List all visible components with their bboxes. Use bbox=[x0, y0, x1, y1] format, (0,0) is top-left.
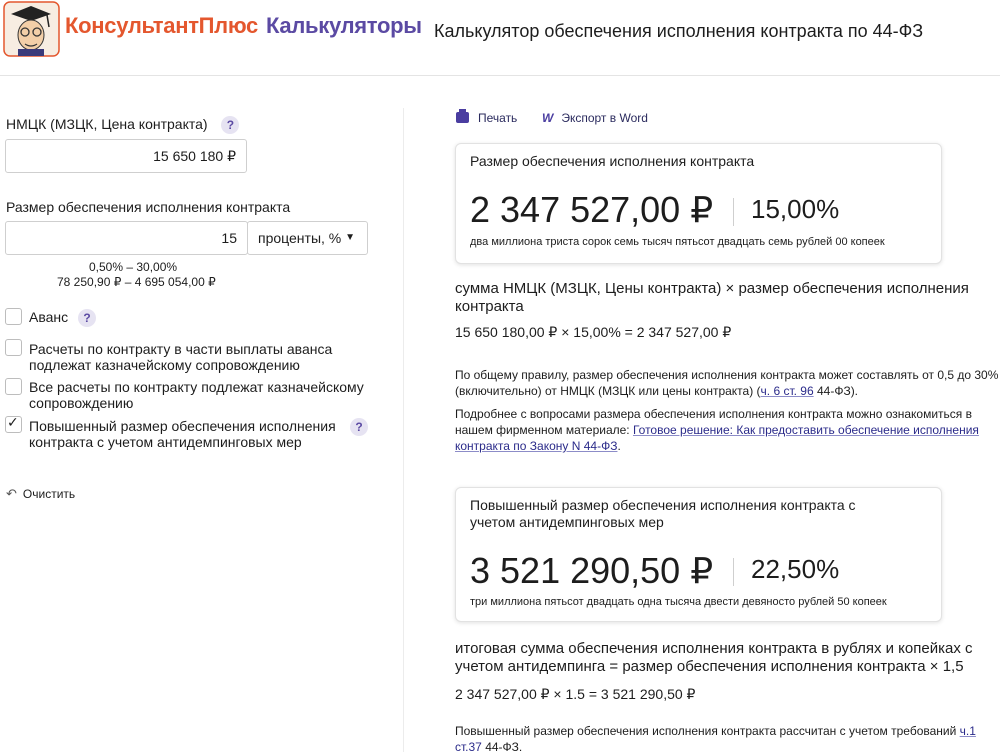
print-label: Печать bbox=[478, 111, 518, 125]
nmck-label-text: НМЦК (МЗЦК, Цена контракта) bbox=[6, 116, 208, 132]
result-amount-words: два миллиона триста сорок семь тысяч пят… bbox=[470, 236, 885, 248]
size-value-input[interactable]: 15 bbox=[5, 221, 248, 255]
advance-checkbox[interactable] bbox=[5, 308, 22, 325]
page-title: Калькулятор обеспечения исполнения контр… bbox=[434, 21, 924, 41]
note-antidumping-tail: 44-ФЗ. bbox=[481, 740, 523, 752]
note-more-info: Подробнее с вопросами размера обеспечени… bbox=[455, 406, 990, 454]
range-percent-hint: 0,50% – 30,00% bbox=[89, 260, 178, 274]
mascot-logo-icon[interactable] bbox=[3, 1, 60, 57]
printer-icon bbox=[456, 109, 469, 123]
result-percent: 15,00% bbox=[751, 194, 840, 224]
law-link-part6-art96[interactable]: ч. 6 ст. 96 bbox=[761, 384, 814, 398]
header: КонсультантПлюс Калькуляторы Калькулятор … bbox=[0, 0, 1000, 76]
result-card-title: Размер обеспечения исполнения контракта bbox=[470, 153, 755, 169]
antidumping-help-icon[interactable]: ? bbox=[350, 418, 368, 436]
antidumping-card-title: Повышенный размер обеспечения исполнения… bbox=[470, 497, 856, 530]
export-word-button[interactable]: W Экспорт в Word bbox=[542, 111, 648, 125]
brand-logo[interactable]: КонсультантПлюс Калькуляторы bbox=[65, 13, 422, 39]
result-card-antidumping: Повышенный размер обеспечения исполнения… bbox=[455, 487, 942, 622]
antidumping-checkbox[interactable]: ✓ bbox=[5, 414, 22, 433]
checkmark-icon: ✓ bbox=[7, 414, 19, 430]
product-name: Калькуляторы bbox=[266, 13, 422, 38]
chevron-down-icon: ▼ bbox=[345, 232, 355, 243]
advance-help-icon[interactable]: ? bbox=[78, 309, 97, 328]
advance-label: Аванс ? bbox=[29, 309, 97, 328]
all-treasury-label: Все расчеты по контракту подлежат казнач… bbox=[29, 379, 364, 411]
column-divider bbox=[403, 108, 404, 752]
brand-name: КонсультантПлюс bbox=[65, 13, 258, 38]
calculation-antidumping: 2 347 527,00 ₽ × 1.5 = 3 521 290,50 ₽ bbox=[455, 686, 696, 702]
result-card-main: Размер обеспечения исполнения контракта … bbox=[455, 143, 942, 264]
note-general-rule-tail: 44-ФЗ). bbox=[813, 384, 859, 398]
export-label: Экспорт в Word bbox=[561, 111, 648, 125]
word-icon: W bbox=[542, 111, 554, 125]
antidumping-amount-words: три миллиона пятьсот двадцать одна тысяч… bbox=[470, 596, 887, 608]
range-rub-hint: 78 250,90 ₽ – 4 695 054,00 ₽ bbox=[57, 275, 216, 289]
note-antidumping: Повышенный размер обеспечения исполнения… bbox=[455, 723, 990, 752]
nmck-help-icon[interactable]: ? bbox=[221, 116, 240, 135]
clear-button-label: Очистить bbox=[22, 487, 76, 501]
formula-antidumping: итоговая сумма обеспечения исполнения ко… bbox=[455, 640, 973, 675]
note-general-rule: По общему правилу, размер обеспечения ис… bbox=[455, 367, 1000, 399]
undo-icon: ↶ bbox=[6, 486, 17, 501]
antidumping-label: Повышенный размер обеспечения исполнения… bbox=[29, 418, 336, 450]
size-label: Размер обеспечения исполнения контракта bbox=[6, 199, 291, 215]
result-amount: 2 347 527,00 ₽ bbox=[470, 189, 714, 230]
note-antidumping-text: Повышенный размер обеспечения исполнения… bbox=[455, 724, 960, 738]
advance-treasury-checkbox[interactable] bbox=[5, 339, 22, 356]
print-button[interactable]: Печать bbox=[456, 109, 518, 125]
unit-select[interactable]: проценты, % ▼ bbox=[247, 221, 368, 255]
antidumping-amount: 3 521 290,50 ₽ bbox=[470, 550, 714, 591]
formula-main: сумма НМЦК (МЗЦК, Цены контракта) × разм… bbox=[455, 280, 969, 315]
antidumping-percent: 22,50% bbox=[751, 554, 840, 584]
amount-divider bbox=[733, 198, 734, 226]
clear-button[interactable]: ↶ Очистить bbox=[6, 486, 75, 502]
all-treasury-checkbox[interactable] bbox=[5, 378, 22, 395]
nmck-input[interactable]: 15 650 180 ₽ bbox=[5, 139, 247, 173]
unit-select-value: проценты, % bbox=[258, 230, 342, 246]
nmck-label: НМЦК (МЗЦК, Цена контракта) ? bbox=[6, 116, 240, 135]
advance-treasury-label: Расчеты по контракту в части выплаты ава… bbox=[29, 341, 333, 373]
note-more-info-tail: . bbox=[617, 439, 621, 453]
calculation-main: 15 650 180,00 ₽ × 15,00% = 2 347 527,00 … bbox=[455, 324, 732, 340]
advance-label-text: Аванс bbox=[29, 309, 69, 325]
note-general-rule-text: По общему правилу, размер обеспечения ис… bbox=[455, 368, 999, 398]
antidumping-amount-divider bbox=[733, 558, 734, 586]
